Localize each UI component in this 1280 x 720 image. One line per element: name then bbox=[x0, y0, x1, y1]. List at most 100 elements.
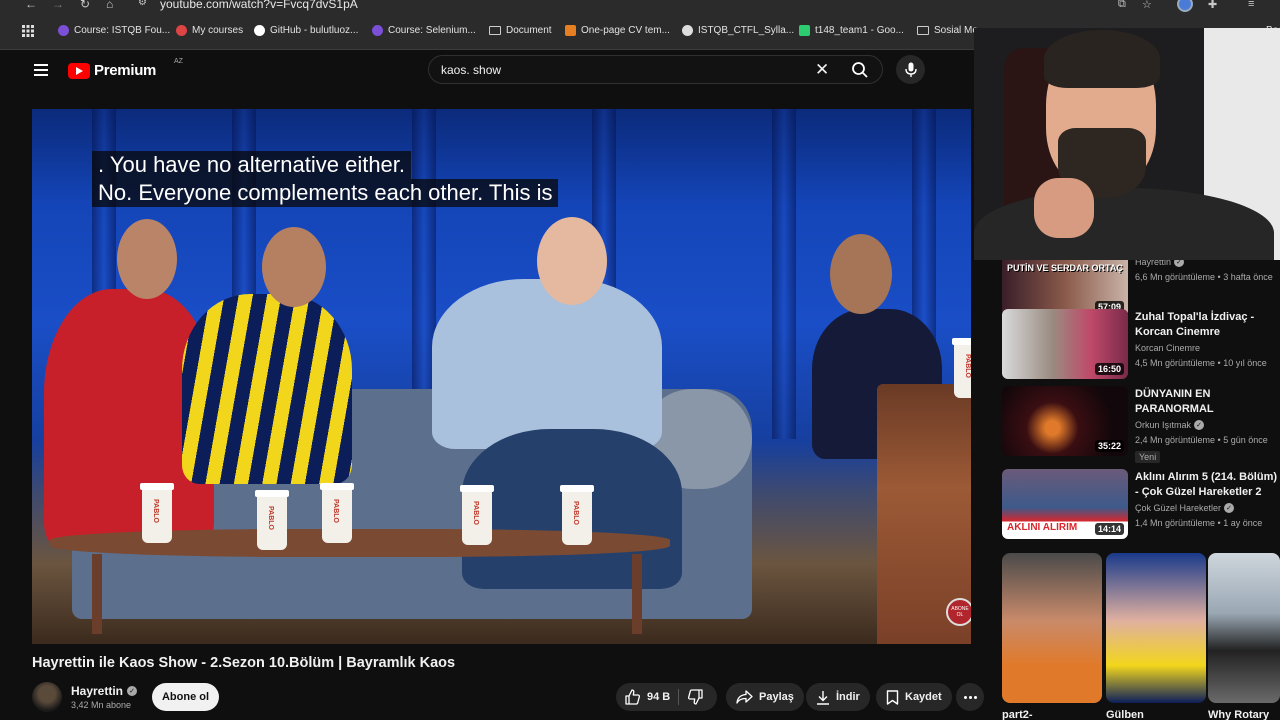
download-icon bbox=[817, 690, 829, 705]
guest-striped-jersey bbox=[182, 294, 352, 484]
site-info-icon[interactable]: ⚙ bbox=[138, 0, 147, 8]
home-icon[interactable]: ⌂ bbox=[106, 0, 113, 11]
video-thumbnail[interactable]: 16:50 bbox=[1002, 309, 1128, 379]
channel-name[interactable]: Hayrettin ✓ bbox=[71, 684, 138, 698]
search-input[interactable]: kaos. show bbox=[441, 63, 501, 77]
video-title: Hayrettin ile Kaos Show - 2.Sezon 10.Böl… bbox=[32, 655, 456, 671]
video-thumbnail[interactable]: 35:22 bbox=[1002, 386, 1128, 456]
reload-icon[interactable]: ↻ bbox=[80, 0, 90, 11]
dislike-button[interactable] bbox=[687, 689, 704, 710]
video-channel[interactable]: Orkun Işıtmak ✓ bbox=[1135, 420, 1205, 430]
pablo-cup: PABLO bbox=[255, 490, 289, 550]
short-title[interactable]: Why Rotary bbox=[1208, 709, 1269, 720]
guest-head bbox=[117, 219, 177, 299]
video-channel[interactable]: Korcan Cinemre bbox=[1135, 343, 1200, 353]
menu-icon[interactable]: ≡ bbox=[1248, 0, 1254, 10]
bookmark-selenium-course[interactable]: Course: Selenium... bbox=[372, 25, 476, 36]
bookmark-sosial-media[interactable]: Sosial Me bbox=[917, 25, 978, 36]
recommended-video[interactable]: AKLINI ALIRIM 14:14 Aklını Alırım 5 (214… bbox=[1002, 469, 1280, 541]
microphone-icon bbox=[904, 62, 917, 77]
caption-line: . You have no alternative either. bbox=[92, 151, 412, 179]
curtain-fold bbox=[772, 109, 796, 439]
profile-avatar[interactable] bbox=[1177, 0, 1193, 12]
video-duration: 14:14 bbox=[1094, 523, 1124, 535]
verified-check-icon: ✓ bbox=[1194, 420, 1205, 430]
bookmark-my-courses[interactable]: My courses bbox=[176, 25, 243, 36]
guest-head bbox=[262, 227, 326, 307]
bookmark-github[interactable]: GitHub - bulutluoz... bbox=[254, 25, 358, 36]
back-arrow-icon[interactable]: ← bbox=[25, 0, 37, 11]
region-code: AZ bbox=[174, 58, 183, 65]
streamer-hair bbox=[1044, 30, 1160, 88]
video-title[interactable]: Aklını Alırım 5 (214. Bölüm) - Çok Güzel… bbox=[1135, 470, 1280, 500]
recommended-video[interactable]: 35:22 DÜNYANIN EN PARANORMAL ORMANINDA 1… bbox=[1002, 386, 1280, 463]
moodle-icon bbox=[58, 25, 69, 36]
github-icon bbox=[254, 25, 265, 36]
address-bar[interactable]: youtube.com/watch?v=Fvcq7dvS1pA bbox=[160, 0, 358, 11]
verified-check-icon: ✓ bbox=[127, 686, 138, 696]
video-title[interactable]: DÜNYANIN EN PARANORMAL ORMANINDA 1 GECE! bbox=[1135, 387, 1280, 417]
video-meta: 4,5 Mn görüntüleme • 10 yıl önce bbox=[1135, 358, 1267, 368]
subscribe-watermark[interactable]: ABONE OL bbox=[946, 598, 971, 626]
short-title[interactable]: Gülben bbox=[1106, 709, 1144, 720]
office-icon bbox=[565, 25, 576, 36]
video-duration: 35:22 bbox=[1094, 440, 1124, 452]
video-duration: 16:50 bbox=[1094, 363, 1124, 375]
youtube-play-icon bbox=[68, 62, 90, 79]
search-icon[interactable] bbox=[851, 61, 869, 79]
short-thumbnail[interactable] bbox=[1002, 553, 1102, 703]
short-thumbnail[interactable] bbox=[1106, 553, 1206, 703]
bookmark-cv-template[interactable]: One-page CV tem... bbox=[565, 25, 670, 36]
host-light-blue-shirt bbox=[432, 279, 662, 449]
globe-icon bbox=[682, 25, 693, 36]
apps-grid-icon[interactable] bbox=[22, 25, 34, 37]
video-title[interactable]: Zuhal Topal'la İzdivaç - Korcan Cinemre bbox=[1135, 310, 1280, 340]
bookmark-istqb-course[interactable]: Course: ISTQB Fou... bbox=[58, 25, 170, 36]
extensions-icon[interactable]: ✚ bbox=[1208, 0, 1217, 11]
video-player[interactable]: PABLO PABLO PABLO PABLO PABLO PABLO . Yo… bbox=[32, 109, 971, 644]
bookmark-istqb-syllabus[interactable]: ISTQB_CTFL_Sylla... bbox=[682, 25, 794, 36]
thumbs-down-icon bbox=[687, 689, 703, 705]
search-box[interactable]: kaos. show ✕ bbox=[428, 55, 883, 84]
bookmark-team-sheet[interactable]: t148_team1 - Goo... bbox=[799, 25, 904, 36]
browser-toolbar: ← → ↻ ⌂ ⚙ youtube.com/watch?v=Fvcq7dvS1p… bbox=[0, 0, 1280, 13]
short-title[interactable]: part2- bbox=[1002, 709, 1033, 720]
share-button[interactable]: Paylaş bbox=[726, 683, 804, 711]
video-channel[interactable]: Çok Güzel Hareketler ✓ bbox=[1135, 503, 1235, 513]
youtube-header: Premium AZ kaos. show ✕ bbox=[14, 50, 974, 96]
recommended-video[interactable]: 16:50 Zuhal Topal'la İzdivaç - Korcan Ci… bbox=[1002, 309, 1280, 381]
subscribe-button[interactable]: Abone ol bbox=[152, 683, 219, 711]
folder-icon bbox=[489, 26, 501, 35]
save-button[interactable]: Kaydet bbox=[876, 683, 952, 711]
divider bbox=[678, 689, 679, 705]
moodle-icon bbox=[372, 25, 383, 36]
youtube-premium-logo[interactable]: Premium AZ bbox=[68, 58, 183, 79]
thumbs-up-icon bbox=[625, 689, 640, 705]
pablo-cup: PABLO bbox=[320, 483, 354, 543]
download-button[interactable]: İndir bbox=[806, 683, 870, 711]
clear-search-icon[interactable]: ✕ bbox=[815, 60, 829, 80]
caption-line: No. Everyone complements each other. Thi… bbox=[92, 179, 559, 207]
hamburger-menu-icon[interactable] bbox=[34, 64, 48, 76]
short-thumbnail[interactable] bbox=[1208, 553, 1280, 703]
install-app-icon[interactable]: ⧉ bbox=[1118, 0, 1126, 11]
verified-check-icon: ✓ bbox=[1224, 503, 1235, 513]
voice-search-button[interactable] bbox=[896, 55, 925, 84]
channel-avatar[interactable] bbox=[32, 682, 62, 712]
video-thumbnail[interactable]: AKLINI ALIRIM 14:14 bbox=[1002, 469, 1128, 539]
bookmark-document[interactable]: Document bbox=[489, 25, 552, 36]
subscriber-count: 3,42 Mn abone bbox=[71, 700, 132, 710]
more-actions-button[interactable] bbox=[956, 683, 984, 711]
shorts-shelf: part2- Gülben Why Rotary bbox=[1002, 553, 1280, 720]
pablo-cup: PABLO bbox=[460, 485, 494, 545]
bookmark-star-icon[interactable]: ☆ bbox=[1142, 0, 1152, 11]
subtitle-captions: . You have no alternative either. No. Ev… bbox=[92, 151, 559, 207]
forward-arrow-icon[interactable]: → bbox=[52, 0, 64, 11]
video-meta: 1,4 Mn görüntüleme • 1 ay önce bbox=[1135, 518, 1263, 528]
host-head bbox=[537, 217, 607, 305]
course-icon bbox=[176, 25, 187, 36]
pablo-cup: PABLO bbox=[140, 483, 174, 543]
like-button[interactable]: 94 B bbox=[624, 689, 670, 705]
pablo-cup: PABLO bbox=[560, 485, 594, 545]
share-arrow-icon bbox=[736, 690, 753, 704]
